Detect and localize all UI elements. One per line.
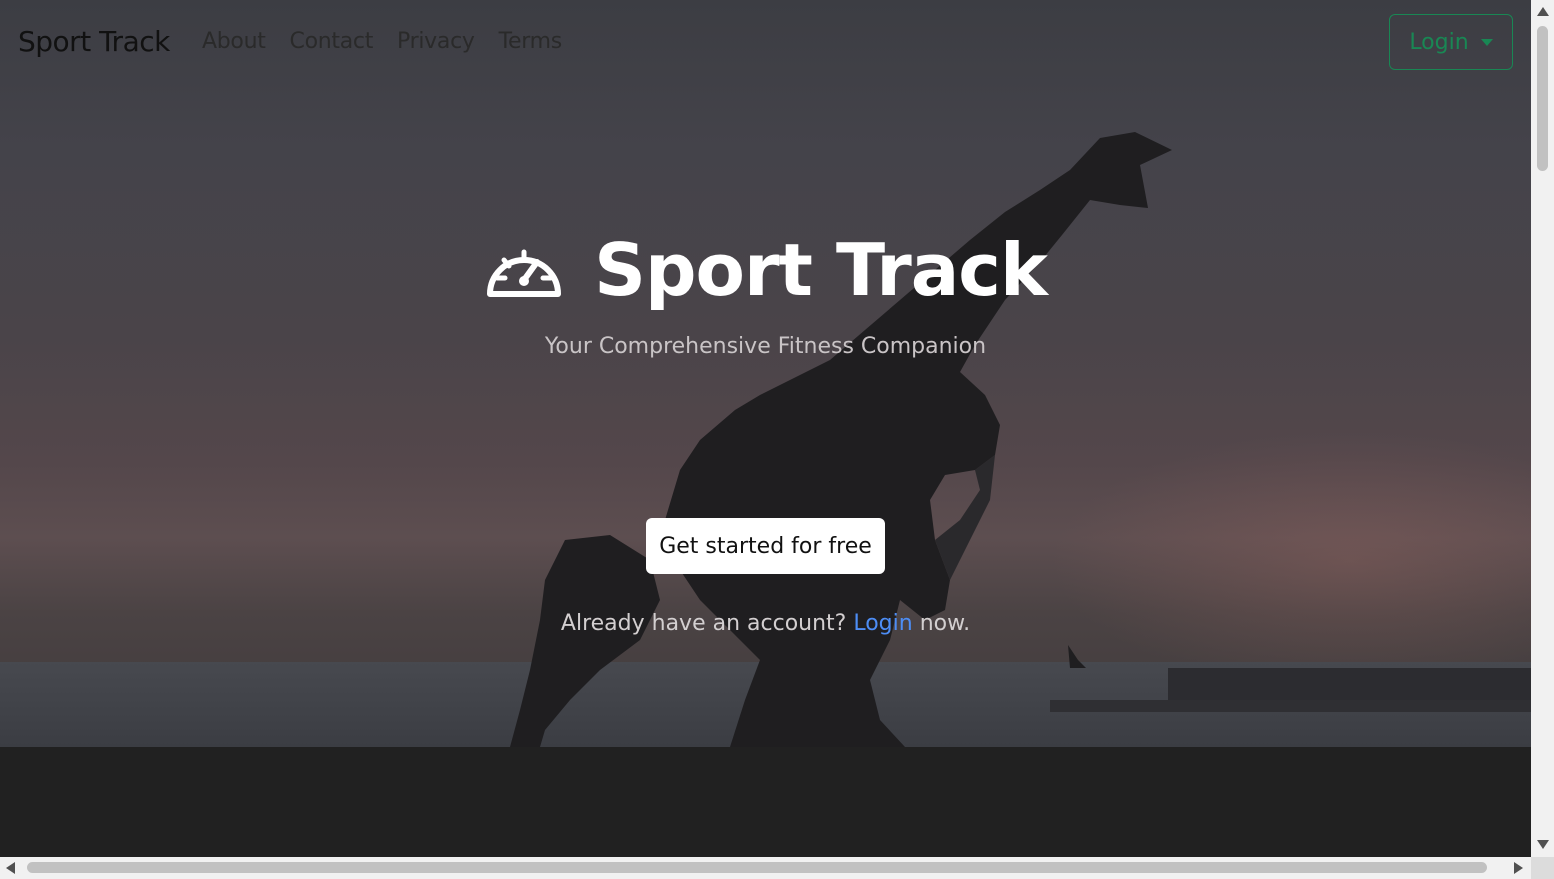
- account-prompt: Already have an account? Login now.: [0, 611, 1531, 636]
- login-link[interactable]: Login: [853, 611, 912, 636]
- caret-down-icon: [1480, 38, 1493, 46]
- scroll-left-arrow-icon[interactable]: [6, 862, 15, 874]
- scroll-right-arrow-icon[interactable]: [1514, 862, 1523, 874]
- brand-link[interactable]: Sport Track: [18, 25, 170, 58]
- account-prompt-suffix: now.: [919, 611, 971, 636]
- nav-link-privacy[interactable]: Privacy: [397, 29, 475, 54]
- vertical-scroll-thumb[interactable]: [1537, 26, 1548, 171]
- scroll-down-arrow-icon[interactable]: [1537, 840, 1549, 849]
- scroll-up-arrow-icon[interactable]: [1537, 7, 1549, 16]
- vertical-scrollbar[interactable]: [1531, 0, 1554, 857]
- nav-link-terms[interactable]: Terms: [499, 29, 563, 54]
- hero-title-group: Sport Track: [0, 228, 1531, 312]
- hero-title: Sport Track: [594, 228, 1048, 312]
- account-prompt-prefix: Already have an account?: [560, 611, 847, 636]
- login-dropdown-button[interactable]: Login: [1389, 14, 1513, 70]
- horizontal-scrollbar[interactable]: [0, 857, 1531, 879]
- hero-subtitle: Your Comprehensive Fitness Companion: [544, 334, 987, 359]
- login-button-label: Login: [1409, 29, 1469, 55]
- horizontal-scroll-thumb[interactable]: [27, 862, 1487, 873]
- speedometer-icon: [487, 249, 562, 297]
- top-navbar: Sport Track About Contact Privacy Terms …: [0, 0, 1531, 88]
- page-viewport: Sport Track About Contact Privacy Terms …: [0, 0, 1531, 857]
- hero-section: Sport Track About Contact Privacy Terms …: [0, 0, 1531, 747]
- nav-link-about[interactable]: About: [202, 29, 266, 54]
- scrollbar-corner: [1531, 857, 1554, 879]
- get-started-button[interactable]: Get started for free: [646, 518, 885, 574]
- nav-links: About Contact Privacy Terms: [202, 29, 562, 54]
- nav-link-contact[interactable]: Contact: [290, 29, 374, 54]
